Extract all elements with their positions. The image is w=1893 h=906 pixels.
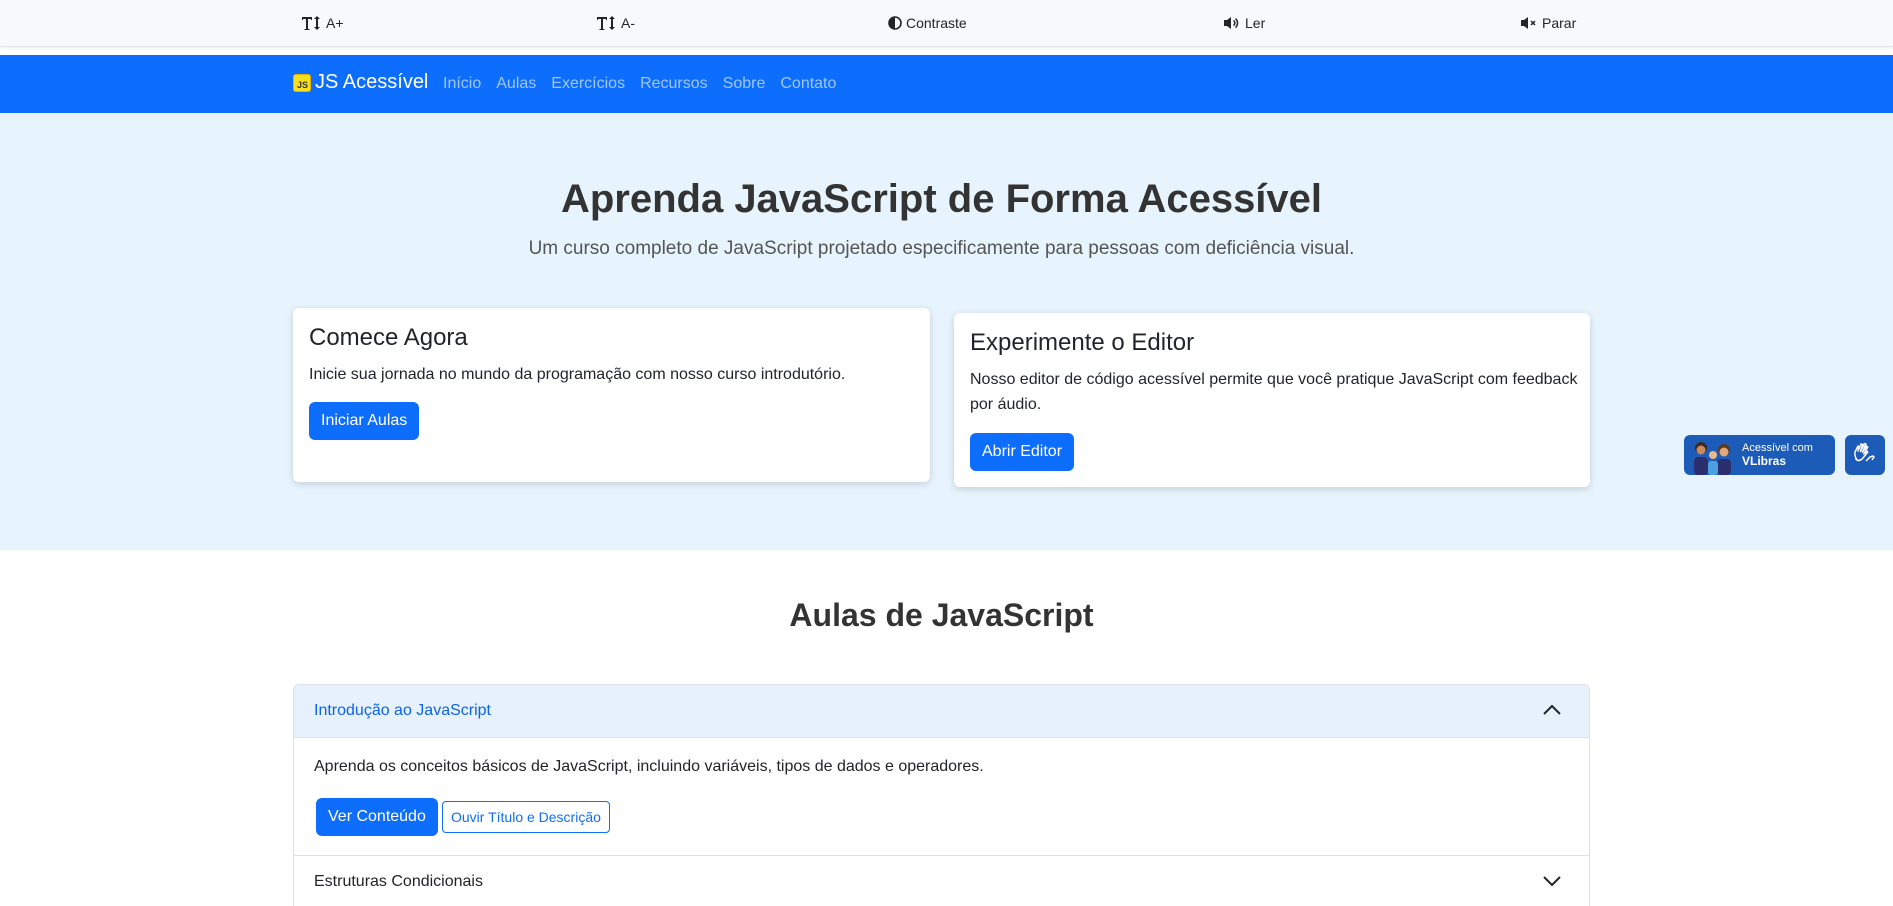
volume-mute-icon xyxy=(1520,16,1538,30)
nav-link-inicio[interactable]: Início xyxy=(443,75,481,93)
hero-subtitle: Um curso completo de JavaScript projetad… xyxy=(528,238,1355,259)
vlibras-badge[interactable]: Acessível com VLibras xyxy=(1684,435,1835,475)
decrease-font-label: A- xyxy=(621,15,635,31)
start-lessons-button[interactable]: Iniciar Aulas xyxy=(309,402,420,440)
vlibras-text: Acessível com VLibras xyxy=(1742,442,1813,469)
brand-name: JS Acessível xyxy=(315,71,429,93)
volume-up-icon xyxy=(1223,16,1241,30)
vlibras-line2: VLibras xyxy=(1742,453,1787,468)
nav-link-aulas[interactable]: Aulas xyxy=(496,75,536,93)
brand-link[interactable]: JS JS Acessível xyxy=(293,71,428,94)
lessons-section-title: Aulas de JavaScript xyxy=(789,597,1094,633)
lesson-title: Estruturas Condicionais xyxy=(314,872,483,890)
decrease-font-button[interactable]: A- xyxy=(597,13,635,33)
stop-button[interactable]: Parar xyxy=(1520,13,1576,33)
vlibras-toggle-button[interactable] xyxy=(1845,435,1885,475)
listen-title-description-button[interactable]: Ouvir Título e Descrição xyxy=(442,801,610,833)
accessibility-toolbar: A+ A- Contraste Ler Parar xyxy=(0,0,1893,47)
vlibras-avatars-icon xyxy=(1684,435,1742,475)
editor-card-title: Experimente o Editor xyxy=(970,329,1195,356)
lesson-title: Introdução ao JavaScript xyxy=(314,702,491,719)
read-button[interactable]: Ler xyxy=(1223,13,1265,33)
chevron-down-icon xyxy=(1543,874,1561,892)
lesson-accordion-header[interactable]: Introdução ao JavaScript xyxy=(294,685,1589,738)
contrast-icon xyxy=(888,16,902,30)
sign-language-hands-icon xyxy=(1852,440,1878,471)
text-height-icon xyxy=(302,16,322,30)
start-card-title: Comece Agora xyxy=(309,324,468,351)
increase-font-button[interactable]: A+ xyxy=(302,13,344,33)
nav-link-exercicios[interactable]: Exercícios xyxy=(551,75,625,93)
start-card-text: Inicie sua jornada no mundo da programaç… xyxy=(309,366,846,383)
hero-section: Aprenda JavaScript de Forma Acessível Um… xyxy=(0,113,1893,550)
stop-label: Parar xyxy=(1542,15,1577,31)
lessons-accordion: Introdução ao JavaScript Aprenda os conc… xyxy=(293,684,1590,906)
start-card: Comece Agora Inicie sua jornada no mundo… xyxy=(293,308,930,482)
lesson-accordion-header[interactable]: Estruturas Condicionais xyxy=(294,855,1589,906)
nav-link-recursos[interactable]: Recursos xyxy=(640,75,708,93)
increase-font-label: A+ xyxy=(326,15,344,31)
lesson-description: Aprenda os conceitos básicos de JavaScri… xyxy=(314,758,984,775)
view-content-button[interactable]: Ver Conteúdo xyxy=(316,798,438,836)
editor-card: Experimente o Editor Nosso editor de cód… xyxy=(954,313,1590,487)
chevron-up-icon xyxy=(1543,703,1561,721)
contrast-button[interactable]: Contraste xyxy=(888,13,967,33)
open-editor-button[interactable]: Abrir Editor xyxy=(970,433,1075,471)
nav-links: Início Aulas Exercícios Recursos Sobre C… xyxy=(443,75,851,93)
editor-card-text: Nosso editor de código acessível permite… xyxy=(970,371,1578,413)
text-height-icon xyxy=(597,16,617,30)
nav-link-sobre[interactable]: Sobre xyxy=(723,75,766,93)
read-label: Ler xyxy=(1245,15,1266,31)
js-logo-icon: JS xyxy=(293,73,311,92)
lesson-accordion-body: Aprenda os conceitos básicos de JavaScri… xyxy=(294,738,1589,855)
nav-link-contato[interactable]: Contato xyxy=(780,75,836,93)
hero-title: Aprenda JavaScript de Forma Acessível xyxy=(560,177,1323,221)
main-navbar: JS JS Acessível Início Aulas Exercícios … xyxy=(0,55,1893,113)
contrast-label: Contraste xyxy=(906,15,967,31)
